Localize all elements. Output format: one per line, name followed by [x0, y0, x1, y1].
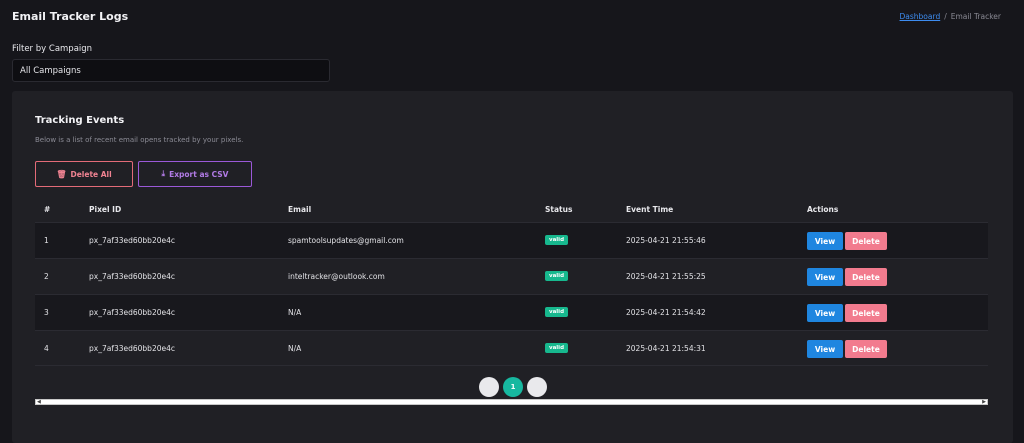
- column-header-number: #: [44, 205, 51, 214]
- breadcrumb-current: Email Tracker: [950, 12, 1001, 21]
- column-header-event-time: Event Time: [626, 205, 674, 214]
- view-button[interactable]: View: [807, 340, 843, 358]
- pagination-next-button[interactable]: ›: [527, 377, 547, 397]
- event-time: 2025-04-21 21:55:46: [626, 236, 706, 245]
- events-table: # Pixel ID Email Status Event Time Actio…: [35, 198, 988, 366]
- delete-all-label: Delete All: [70, 169, 112, 179]
- row-number: 3: [44, 308, 49, 317]
- view-button[interactable]: View: [807, 304, 843, 322]
- delete-button[interactable]: Delete: [845, 304, 887, 322]
- table-header: # Pixel ID Email Status Event Time Actio…: [35, 198, 988, 222]
- column-header-pixel-id: Pixel ID: [89, 205, 122, 214]
- column-header-status: Status: [545, 205, 573, 214]
- horizontal-scrollbar[interactable]: ◀ ▶: [35, 399, 988, 405]
- delete-button[interactable]: Delete: [845, 340, 887, 358]
- email: spamtoolsupdates@gmail.com: [288, 236, 404, 245]
- status-badge: valid: [545, 307, 569, 317]
- pixel-id: px_7af33ed60bb20e4c: [89, 272, 175, 281]
- event-time: 2025-04-21 21:55:25: [626, 272, 706, 281]
- column-header-actions: Actions: [807, 205, 839, 214]
- column-header-email: Email: [288, 205, 312, 214]
- breadcrumb: Dashboard / Email Tracker: [900, 12, 1001, 21]
- email: inteltracker@outlook.com: [288, 272, 385, 281]
- scroll-left-arrow-icon[interactable]: ◀: [37, 399, 41, 405]
- delete-button[interactable]: Delete: [845, 268, 887, 286]
- row-number: 1: [44, 236, 49, 245]
- pixel-id: px_7af33ed60bb20e4c: [89, 236, 175, 245]
- delete-button[interactable]: Delete: [845, 232, 887, 250]
- view-button[interactable]: View: [807, 232, 843, 250]
- row-number: 2: [44, 272, 49, 281]
- breadcrumb-dashboard-link[interactable]: Dashboard: [900, 12, 941, 21]
- status-badge: valid: [545, 343, 569, 353]
- delete-all-button[interactable]: 🗑 Delete All: [35, 161, 133, 187]
- scroll-right-arrow-icon[interactable]: ▶: [982, 399, 986, 405]
- campaign-filter-select[interactable]: All Campaigns: [12, 59, 330, 82]
- table-row: 4 px_7af33ed60bb20e4c N/A valid 2025-04-…: [35, 330, 988, 366]
- pixel-id: px_7af33ed60bb20e4c: [89, 344, 175, 353]
- pagination-page-1[interactable]: 1: [503, 377, 523, 397]
- view-button[interactable]: View: [807, 268, 843, 286]
- email: N/A: [288, 344, 302, 353]
- download-icon: ⤓: [161, 169, 166, 178]
- event-time: 2025-04-21 21:54:42: [626, 308, 706, 317]
- trash-icon: 🗑: [56, 169, 67, 179]
- status-badge: valid: [545, 235, 569, 245]
- pagination-prev-button[interactable]: ‹: [479, 377, 499, 397]
- export-csv-button[interactable]: ⤓ Export as CSV: [138, 161, 252, 187]
- status-badge: valid: [545, 271, 569, 281]
- event-time: 2025-04-21 21:54:31: [626, 344, 706, 353]
- breadcrumb-separator: /: [944, 12, 947, 21]
- row-number: 4: [44, 344, 49, 353]
- card-title: Tracking Events: [35, 115, 125, 126]
- export-csv-label: Export as CSV: [169, 169, 229, 179]
- top-bar: Email Tracker Logs Dashboard / Email Track…: [0, 0, 1024, 36]
- email: N/A: [288, 308, 302, 317]
- table-row: 1 px_7af33ed60bb20e4c spamtoolsupdates@g…: [35, 222, 988, 258]
- table-row: 3 px_7af33ed60bb20e4c N/A valid 2025-04-…: [35, 294, 988, 330]
- table-row: 2 px_7af33ed60bb20e4c inteltracker@outlo…: [35, 258, 988, 294]
- filter-label: Filter by Campaign: [12, 44, 93, 54]
- card-subtitle: Below is a list of recent email opens tr…: [35, 136, 244, 144]
- page-title: Email Tracker Logs: [12, 10, 129, 23]
- tracking-events-card: Tracking Events Below is a list of recen…: [12, 91, 1013, 443]
- pixel-id: px_7af33ed60bb20e4c: [89, 308, 175, 317]
- pagination: ‹ 1 ›: [479, 377, 547, 397]
